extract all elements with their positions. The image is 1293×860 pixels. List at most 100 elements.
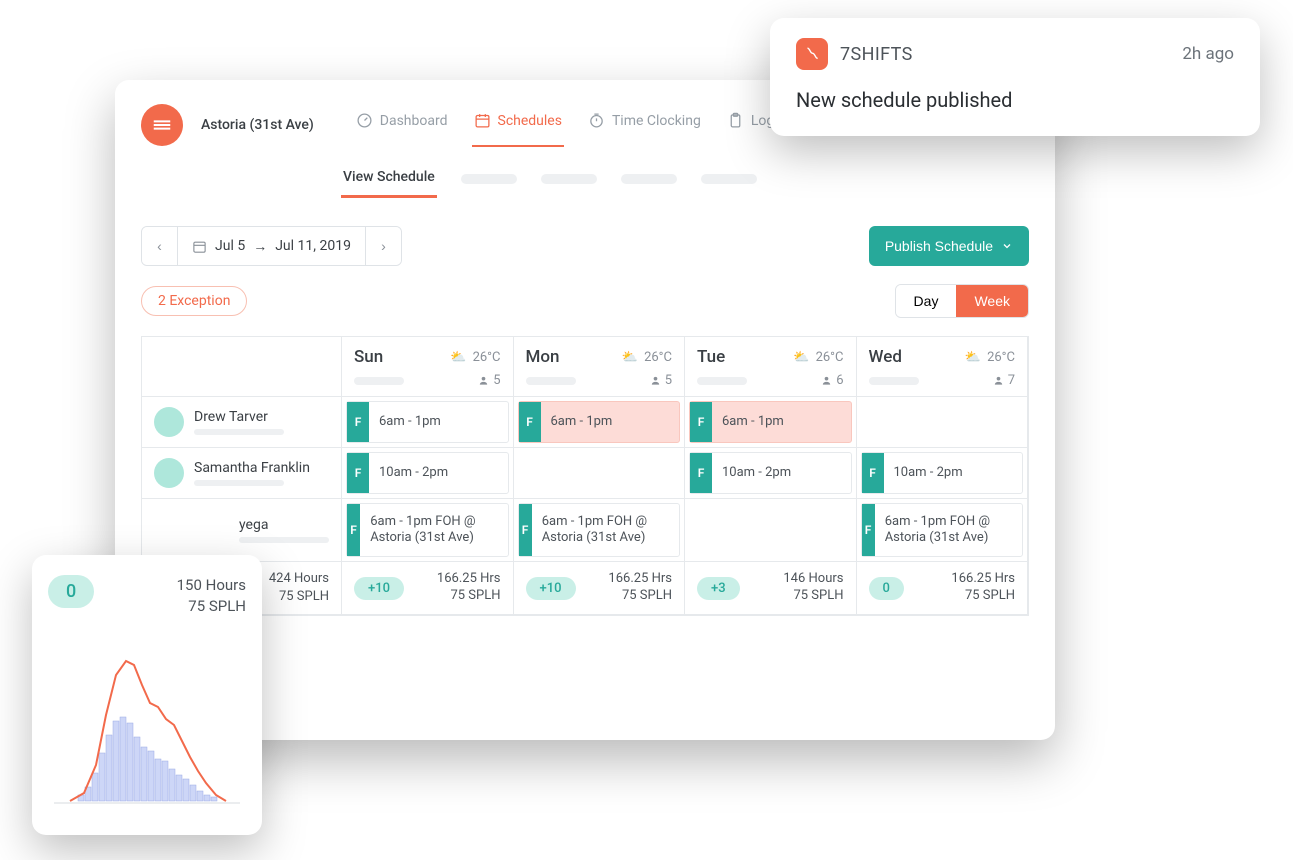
shift-cell[interactable]: F6am - 1pm FOH @ Astoria (31st Ave) <box>342 499 514 562</box>
date-arrow: → <box>253 238 267 255</box>
notification-time: 2h ago <box>1182 44 1234 64</box>
shift-time: 6am - 1pm <box>369 408 451 436</box>
weather-icon: ⛅ <box>965 350 981 365</box>
date-range-display[interactable]: Jul 5 → Jul 11, 2019 <box>178 227 365 265</box>
day-staff-count: 5 <box>650 373 672 388</box>
day-header-tue: Tue⛅26°C 6 <box>685 337 857 397</box>
summary-delta-pill[interactable]: +10 <box>526 577 576 600</box>
person-icon <box>993 375 1004 386</box>
employee-name: yega <box>239 517 329 533</box>
calendar-icon <box>192 239 207 254</box>
chart-hours: 150 Hours <box>177 575 246 596</box>
summary-hours: 166.25 Hrs <box>951 571 1015 588</box>
shift-cell-empty[interactable] <box>514 448 686 499</box>
day-temp: 26°C <box>987 350 1015 365</box>
subtab-view-schedule[interactable]: View Schedule <box>341 159 437 198</box>
nav-tab-schedules[interactable]: Schedules <box>472 102 564 147</box>
schedule-subtabs: View Schedule <box>341 159 1029 198</box>
shift-tag: F <box>862 453 884 493</box>
publish-schedule-button[interactable]: Publish Schedule <box>869 226 1029 266</box>
notification-message: New schedule published <box>796 88 1234 112</box>
shift-tag: F <box>347 453 369 493</box>
summary-delta-pill[interactable]: +3 <box>697 577 740 600</box>
summary-delta-pill[interactable]: +10 <box>354 577 404 600</box>
subtab-placeholder[interactable] <box>461 174 517 184</box>
employee-role-placeholder <box>239 537 329 543</box>
summary-splh: 75 SPLH <box>951 588 1015 605</box>
notification-card[interactable]: 7SHIFTS 2h ago New schedule published <box>770 18 1260 136</box>
subtab-placeholder[interactable] <box>701 174 757 184</box>
nav-tab-time-clocking[interactable]: Time Clocking <box>586 102 703 147</box>
nav-tab-label: Time Clocking <box>612 113 701 129</box>
exceptions-row: 2 Exception Day Week <box>141 284 1029 318</box>
summary-splh: 75 SPLH <box>437 588 501 605</box>
day-weather: ⛅ 26°C <box>965 350 1015 365</box>
date-next-button[interactable]: › <box>365 227 401 265</box>
shift-cell[interactable]: F10am - 2pm <box>342 448 514 499</box>
shift-time: 6am - 1pm FOH @ Astoria (31st Ave) <box>532 508 679 551</box>
weather-icon: ⛅ <box>793 350 809 365</box>
person-icon <box>478 375 489 386</box>
day-temp: 26°C <box>816 350 844 365</box>
summary-delta-pill[interactable]: 0 <box>869 577 904 600</box>
employee-cell[interactable]: yega <box>142 499 342 562</box>
weather-icon: ⛅ <box>450 350 466 365</box>
day-staff-count: 5 <box>478 373 500 388</box>
summary-splh: 75 SPLH <box>783 588 843 605</box>
day-weather: ⛅ 26°C <box>793 350 843 365</box>
day-header-mon: Mon ⛅26°C 5 <box>514 337 686 397</box>
avatar <box>154 458 184 488</box>
gauge-icon <box>356 112 373 129</box>
shift-cell[interactable]: F6am - 1pm <box>514 397 686 448</box>
subtab-placeholder[interactable] <box>541 174 597 184</box>
nav-tab-label: Dashboard <box>380 113 448 129</box>
employee-cell[interactable]: Samantha Franklin <box>142 448 342 499</box>
location-name[interactable]: Astoria (31st Ave) <box>201 117 314 133</box>
summary-cell: +3 146 Hours75 SPLH <box>685 562 857 615</box>
view-toggle: Day Week <box>895 284 1029 318</box>
shift-cell[interactable]: F6am - 1pm <box>685 397 857 448</box>
employee-role-placeholder <box>194 429 284 435</box>
employee-name: Samantha Franklin <box>194 460 310 476</box>
shift-cell-empty[interactable] <box>685 499 857 562</box>
exception-pill[interactable]: 2 Exception <box>141 286 247 316</box>
date-prev-button[interactable]: ‹ <box>142 227 178 265</box>
chart-delta-pill[interactable]: 0 <box>48 575 94 608</box>
shift-cell[interactable]: F6am - 1pm FOH @ Astoria (31st Ave) <box>857 499 1029 562</box>
shift-cell[interactable]: F10am - 2pm <box>685 448 857 499</box>
summary-splh: 75 SPLH <box>279 588 329 606</box>
shift-cell-empty[interactable] <box>857 397 1029 448</box>
employee-role-placeholder <box>194 480 284 486</box>
shift-time: 6am - 1pm FOH @ Astoria (31st Ave) <box>875 508 1022 551</box>
shift-tag: F <box>519 504 532 556</box>
day-weather: ⛅26°C <box>622 350 672 365</box>
summary-cell: 0 166.25 Hrs75 SPLH <box>857 562 1029 615</box>
avatar <box>154 407 184 437</box>
view-day-button[interactable]: Day <box>896 285 957 317</box>
shift-tag: F <box>690 453 712 493</box>
nav-tab-label: Schedules <box>498 113 562 129</box>
shift-cell[interactable]: F6am - 1pm <box>342 397 514 448</box>
day-temp: 26°C <box>473 350 501 365</box>
day-name: Mon <box>526 347 560 367</box>
shift-cell[interactable]: F10am - 2pm <box>857 448 1029 499</box>
grid-corner-cell <box>142 337 342 397</box>
day-temp: 26°C <box>644 350 672 365</box>
subtab-placeholder[interactable] <box>621 174 677 184</box>
shift-cell[interactable]: F6am - 1pm FOH @ Astoria (31st Ave) <box>514 499 686 562</box>
chevron-down-icon <box>1001 240 1013 252</box>
shift-time: 10am - 2pm <box>369 459 458 487</box>
calendar-icon <box>474 112 491 129</box>
shift-time: 10am - 2pm <box>712 459 801 487</box>
employee-cell[interactable]: Drew Tarver <box>142 397 342 448</box>
day-date-placeholder <box>869 377 919 385</box>
day-header-sun: Sun ⛅26°C 5 <box>342 337 514 397</box>
stopwatch-icon <box>588 112 605 129</box>
summary-cell: +10 166.25 Hrs75 SPLH <box>514 562 686 615</box>
shift-time: 10am - 2pm <box>884 459 973 487</box>
day-name: Wed <box>869 347 902 367</box>
nav-tab-dashboard[interactable]: Dashboard <box>354 102 450 147</box>
view-week-button[interactable]: Week <box>956 285 1028 317</box>
employee-name: Drew Tarver <box>194 409 284 425</box>
app-icon <box>796 38 828 70</box>
